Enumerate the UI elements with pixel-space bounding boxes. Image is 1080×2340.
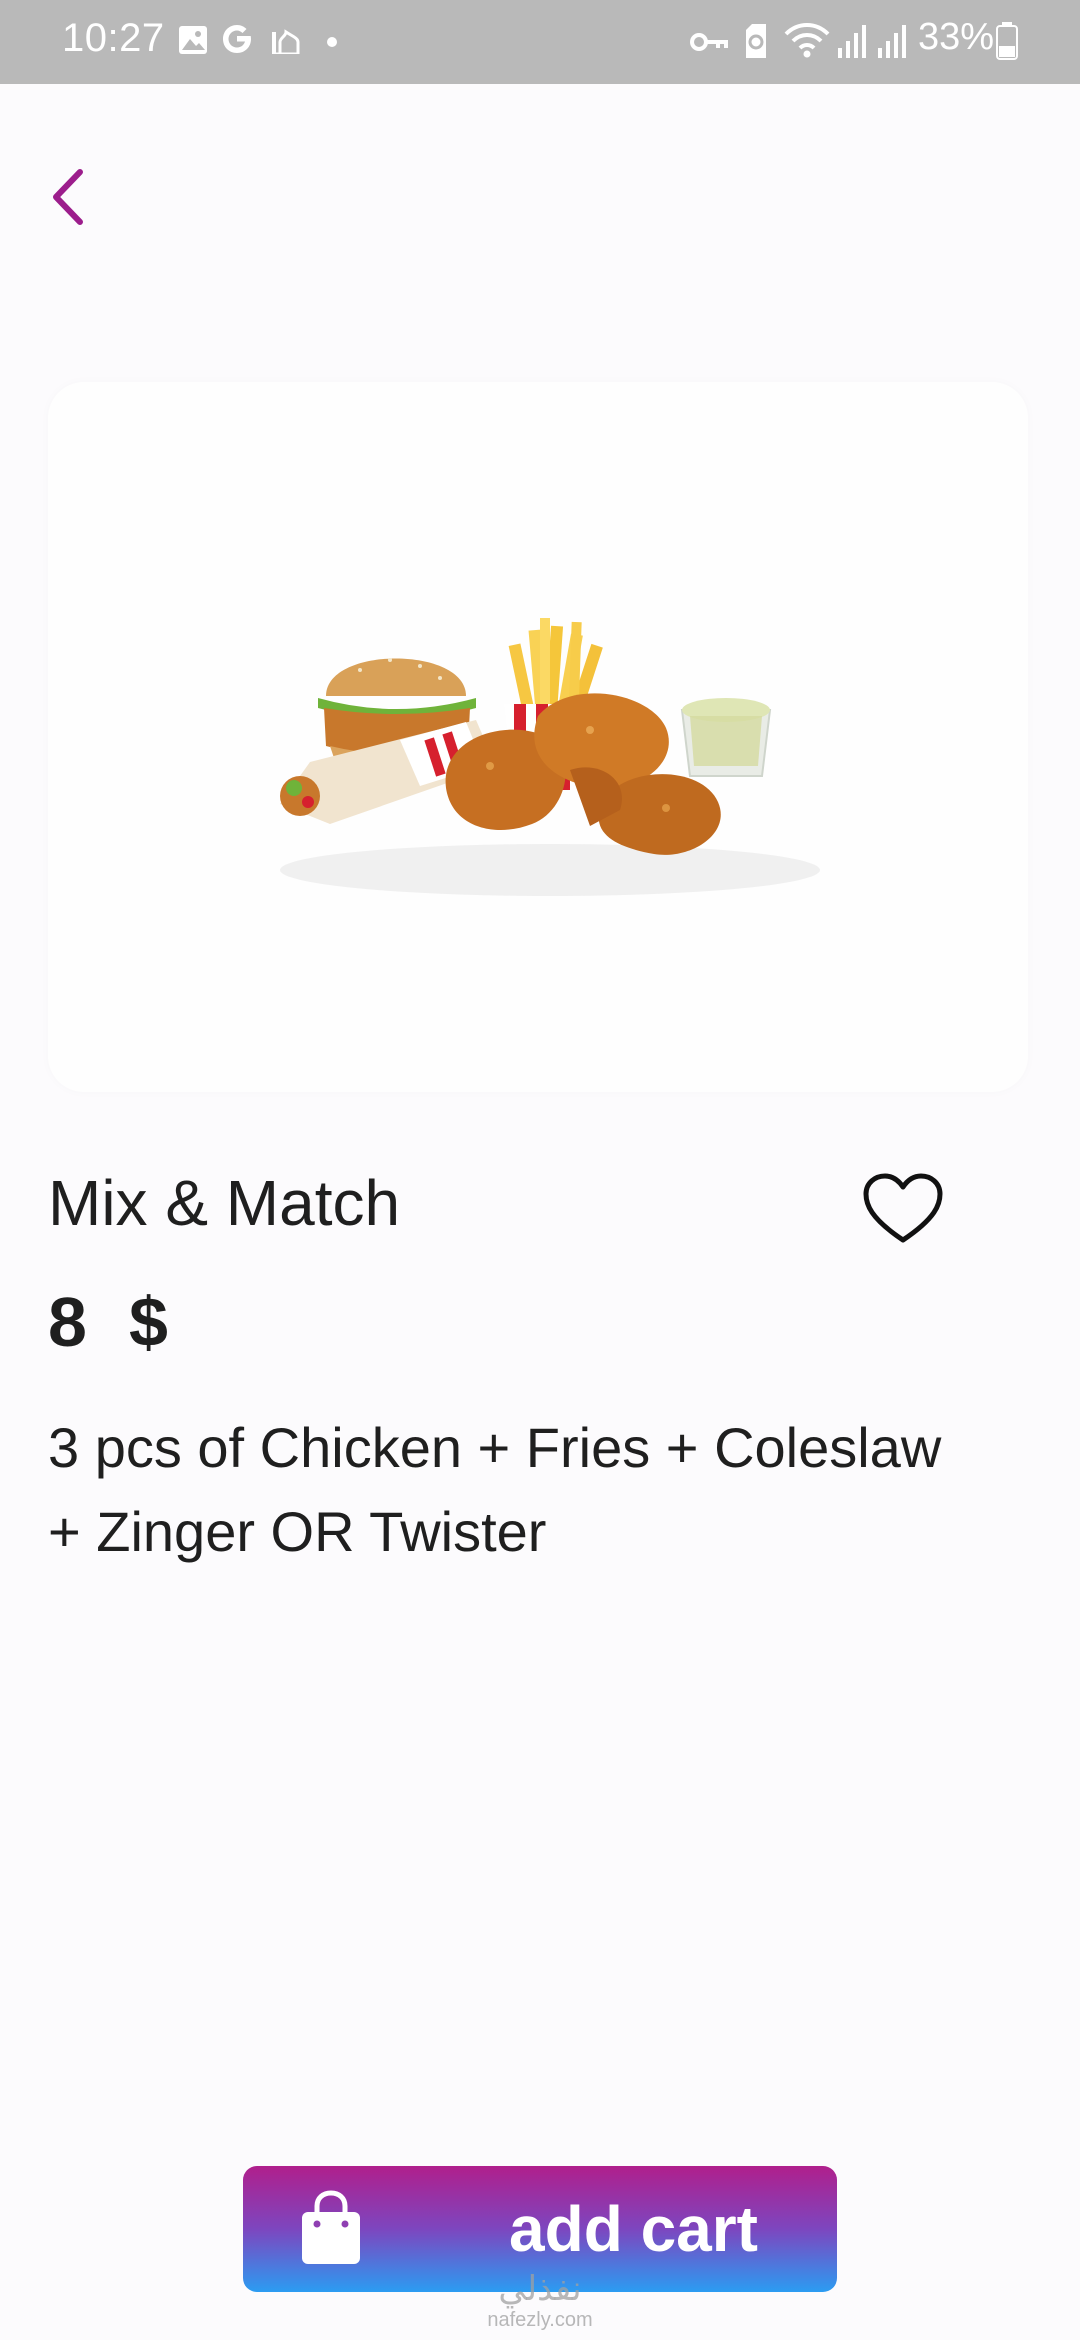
chevron-left-icon [53, 169, 83, 225]
chicken-icon [445, 693, 721, 855]
mosque-icon [272, 29, 300, 54]
status-time: 10:27 [62, 16, 165, 60]
favorite-button[interactable] [860, 1170, 946, 1250]
gallery-icon [179, 26, 207, 54]
price: 8 $ [48, 1282, 168, 1362]
coleslaw-icon [680, 698, 772, 777]
key-icon [690, 33, 728, 51]
battery-percentage: 33% [918, 16, 995, 58]
watermark-main: نفذلي [498, 2269, 582, 2309]
watermark-sub: nafezly.com [487, 2309, 593, 2331]
product-image [280, 618, 820, 896]
price-value: 8 [48, 1283, 87, 1361]
shopping-bag-icon [302, 2190, 360, 2264]
battery-icon [996, 22, 1018, 60]
product-description: 3 pcs of Chicken + Fries + Coleslaw + Zi… [48, 1416, 942, 1563]
google-icon [223, 25, 251, 53]
wifi-icon [784, 23, 830, 58]
heart-outline-icon [863, 1173, 943, 1243]
price-currency: $ [128, 1283, 168, 1361]
dot-icon [327, 37, 337, 47]
add-cart-label: add cart [509, 2193, 758, 2265]
status-bar: 10:27 33% [0, 0, 1080, 84]
back-button[interactable] [38, 160, 102, 234]
signal-icon [878, 25, 906, 58]
watermark: نفذلي nafezly.com [472, 2270, 608, 2332]
signal-icon [838, 25, 866, 58]
product-title: Mix & Match [48, 1167, 401, 1239]
nfc-icon [746, 24, 766, 58]
